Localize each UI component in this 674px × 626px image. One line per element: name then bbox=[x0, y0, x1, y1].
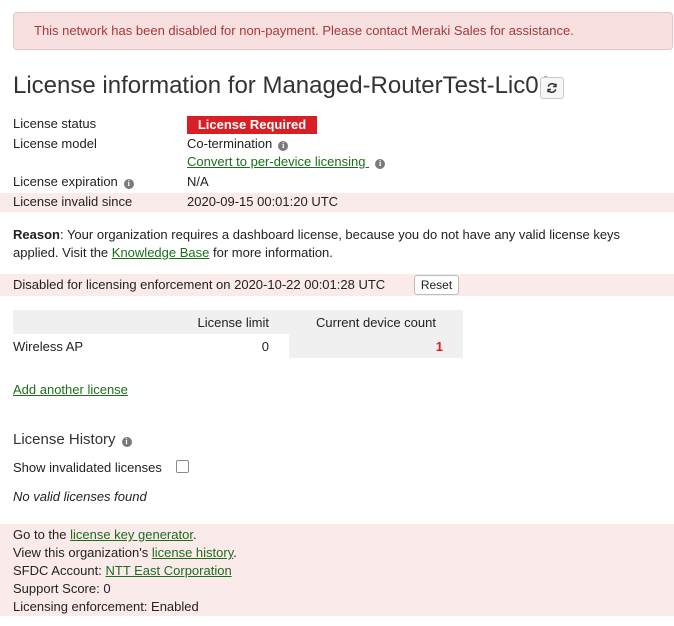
reason-text-after: for more information. bbox=[209, 245, 333, 260]
convert-licensing-link[interactable]: Convert to per-device licensing bbox=[187, 154, 369, 169]
license-status-label: License status bbox=[13, 116, 97, 131]
no-valid-licenses-text: No valid licenses found bbox=[13, 489, 147, 504]
refresh-icon bbox=[547, 83, 557, 93]
reason-bold: Reason bbox=[13, 227, 60, 242]
license-invalid-label: License invalid since bbox=[13, 194, 133, 209]
history-prefix: View this organization's bbox=[13, 545, 152, 560]
keygen-suffix: . bbox=[192, 527, 197, 542]
license-expiration-label: License expiration bbox=[13, 174, 118, 189]
license-status-row: License status bbox=[0, 115, 674, 134]
license-expiration-label-wrap: License expiration i bbox=[13, 174, 134, 189]
table-row: Wireless AP 0 1 bbox=[13, 334, 463, 358]
refresh-button[interactable] bbox=[540, 77, 564, 99]
info-icon[interactable]: i bbox=[278, 141, 289, 151]
keygen-prefix: Go to the bbox=[13, 527, 71, 542]
license-expiration-row: License expiration i N/A bbox=[0, 173, 674, 192]
knowledge-base-link[interactable]: Knowledge Base bbox=[112, 245, 210, 260]
sfdc-line: SFDC Account: NTT East Corporation bbox=[13, 563, 232, 578]
license-required-badge: License Required bbox=[187, 116, 317, 134]
table-header-row: License limit Current device count bbox=[13, 310, 463, 334]
history-suffix: . bbox=[233, 545, 237, 560]
table-header-limit: License limit bbox=[181, 310, 289, 334]
org-info-box: Go to the license key generator. View th… bbox=[0, 524, 674, 616]
reset-button[interactable]: Reset bbox=[414, 275, 459, 295]
show-invalidated-label: Show invalidated licenses bbox=[13, 460, 162, 475]
license-key-generator-link[interactable]: license key generator bbox=[70, 527, 193, 542]
sfdc-account-link[interactable]: NTT East Corporation bbox=[105, 563, 231, 578]
non-payment-alert: This network has been disabled for non-p… bbox=[13, 12, 673, 50]
enforcement-row: Disabled for licensing enforcement on 20… bbox=[0, 274, 674, 296]
keygen-line: Go to the license key generator. bbox=[13, 527, 197, 542]
license-model-value: Co-termination bbox=[187, 136, 273, 151]
convert-wrap: Convert to per-device licensing i bbox=[187, 154, 386, 169]
licensing-enforcement-status: Licensing enforcement: Enabled bbox=[13, 599, 199, 614]
license-invalid-value: 2020-09-15 00:01:20 UTC bbox=[187, 194, 339, 209]
license-model-value-wrap: Co-termination i bbox=[187, 136, 289, 151]
table-header-count: Current device count bbox=[289, 310, 463, 334]
info-icon[interactable]: i bbox=[121, 437, 132, 447]
license-model-label: License model bbox=[13, 136, 97, 151]
history-line: View this organization's license history… bbox=[13, 545, 237, 560]
info-icon[interactable]: i bbox=[123, 179, 134, 189]
license-history-title: License History bbox=[13, 431, 116, 448]
license-expiration-value: N/A bbox=[187, 174, 209, 189]
license-table: License limit Current device count Wirel… bbox=[13, 310, 463, 358]
alert-text: This network has been disabled for non-p… bbox=[34, 23, 574, 38]
convert-row: Convert to per-device licensing i bbox=[0, 153, 674, 172]
license-invalid-row: License invalid since 2020-09-15 00:01:2… bbox=[0, 193, 674, 212]
reason-text: Reason: Your organization requires a das… bbox=[13, 226, 663, 262]
license-model-row: License model Co-termination i bbox=[0, 135, 674, 154]
show-invalidated-checkbox[interactable] bbox=[176, 460, 189, 473]
add-another-license-link[interactable]: Add another license bbox=[13, 382, 128, 397]
table-header-type bbox=[13, 310, 181, 334]
support-score: Support Score: 0 bbox=[13, 581, 111, 596]
sfdc-prefix: SFDC Account: bbox=[13, 563, 106, 578]
device-type-cell: Wireless AP bbox=[13, 338, 84, 354]
enforcement-text: Disabled for licensing enforcement on 20… bbox=[13, 277, 386, 292]
info-icon[interactable]: i bbox=[375, 159, 386, 169]
license-limit-cell: 0 bbox=[261, 338, 269, 354]
license-history-link[interactable]: license history bbox=[152, 545, 233, 560]
license-history-heading: License History i bbox=[13, 431, 132, 448]
page-title: License information for Managed-RouterTe… bbox=[13, 72, 552, 99]
device-count-cell: 1 bbox=[289, 334, 463, 358]
